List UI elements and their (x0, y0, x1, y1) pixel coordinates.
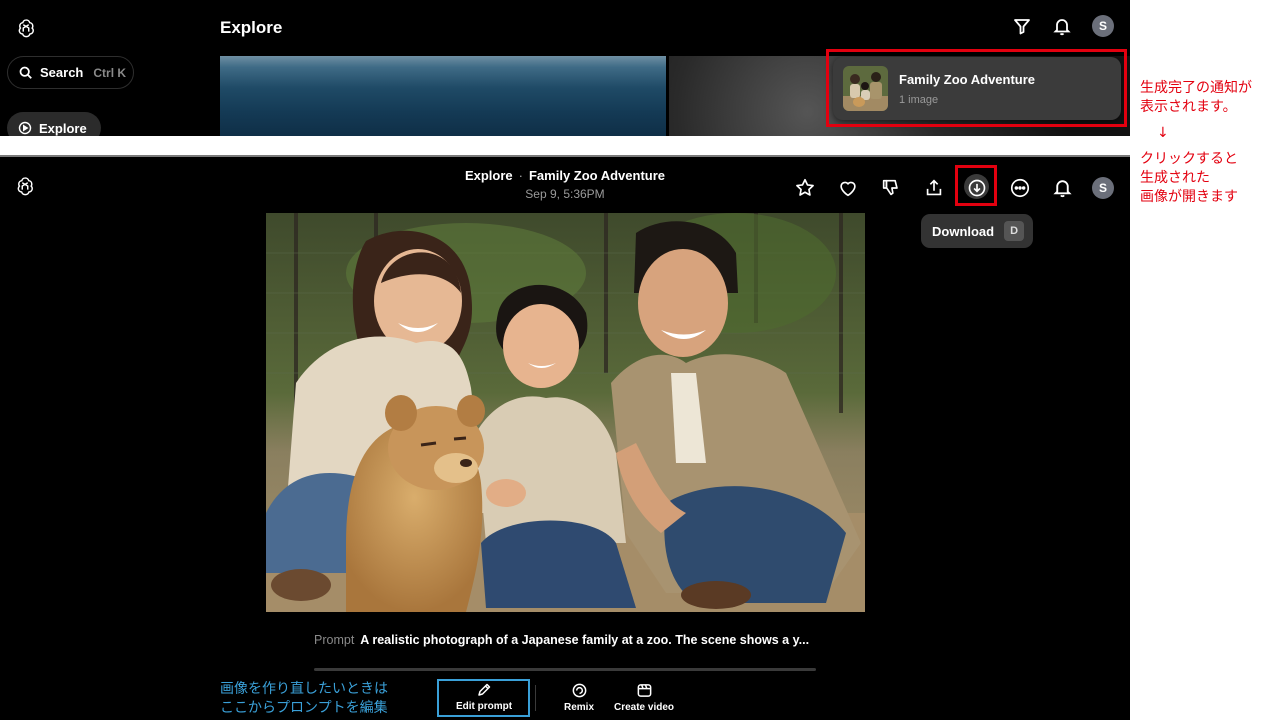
annotation-line: 生成完了の通知が (1140, 80, 1252, 96)
annotation-line: クリックすると (1140, 151, 1238, 167)
image-viewer-screen: Explore · Family Zoo Adventure Sep 9, 5:36… (0, 157, 1130, 720)
prompt-text: A realistic photograph of a Japanese fam… (360, 633, 810, 647)
sidebar-item-label: Explore (39, 120, 87, 136)
download-highlight-box (955, 165, 997, 206)
sidebar-item-explore[interactable]: Explore (7, 112, 101, 136)
tutorial-canvas: Explore Search Ctrl K Explore S Family Z… (0, 0, 1280, 720)
share-icon[interactable] (919, 173, 948, 202)
tooltip-label: Download (932, 223, 995, 239)
remix-button[interactable]: Remix (556, 682, 602, 713)
breadcrumb-root[interactable]: Explore (465, 168, 513, 183)
bell-icon[interactable] (1052, 16, 1072, 36)
explore-icon (18, 121, 32, 135)
annotation-click: クリックすると 生成された 画像が開きます (1140, 150, 1278, 207)
video-icon (636, 682, 653, 699)
annotation-line: 画像が開きます (1140, 189, 1238, 205)
avatar[interactable]: S (1092, 176, 1114, 199)
page-title: Explore (220, 18, 283, 37)
breadcrumb-separator: · (518, 168, 523, 183)
more-icon[interactable] (1005, 173, 1034, 202)
breadcrumb-title: Family Zoo Adventure (528, 168, 666, 183)
create-video-label: Create video (613, 702, 675, 713)
search-shortcut: Ctrl K (93, 65, 127, 80)
download-tooltip: Download D (921, 214, 1033, 248)
remix-label: Remix (563, 702, 594, 713)
toolbar-separator (535, 685, 536, 711)
avatar[interactable]: S (1092, 15, 1114, 37)
edit-prompt-highlight-box (437, 679, 530, 717)
viewer-toolbar: S (790, 173, 1114, 202)
prompt-label: Prompt (314, 633, 355, 647)
create-video-button[interactable]: Create video (610, 682, 678, 713)
generated-image[interactable] (266, 213, 865, 612)
star-icon[interactable] (790, 173, 819, 202)
top-toolbar: S (1012, 15, 1114, 37)
annotation-line: ここからプロンプトを編集 (220, 700, 388, 716)
notification-highlight-box (826, 49, 1127, 127)
explore-screen: Explore Search Ctrl K Explore S Family Z… (0, 0, 1130, 136)
filter-icon[interactable] (1012, 16, 1032, 36)
prompt-divider (314, 668, 816, 671)
thumbs-down-icon[interactable] (876, 173, 905, 202)
bell-icon[interactable] (1048, 173, 1077, 202)
heart-icon[interactable] (833, 173, 862, 202)
openai-logo-icon[interactable] (15, 17, 37, 39)
annotation-line: 生成された (1140, 170, 1210, 186)
tooltip-shortcut: D (1004, 221, 1025, 241)
annotation-line: 表示されます。 (1140, 99, 1237, 115)
search-button[interactable]: Search Ctrl K (7, 56, 134, 89)
annotation-line: 画像を作り直したいときは (220, 681, 388, 697)
annotation-edit-prompt: 画像を作り直したいときは ここからプロンプトを編集 (220, 680, 388, 718)
annotation-notification: 生成完了の通知が 表示されます。 (1140, 79, 1278, 117)
explore-tile-ocean[interactable] (220, 56, 666, 136)
prompt-preview[interactable]: Prompt A realistic photograph of a Japane… (314, 633, 834, 647)
search-label: Search (40, 65, 84, 80)
remix-icon (571, 682, 588, 699)
annotation-arrow: ↓ (1157, 125, 1169, 141)
search-icon (19, 66, 33, 80)
